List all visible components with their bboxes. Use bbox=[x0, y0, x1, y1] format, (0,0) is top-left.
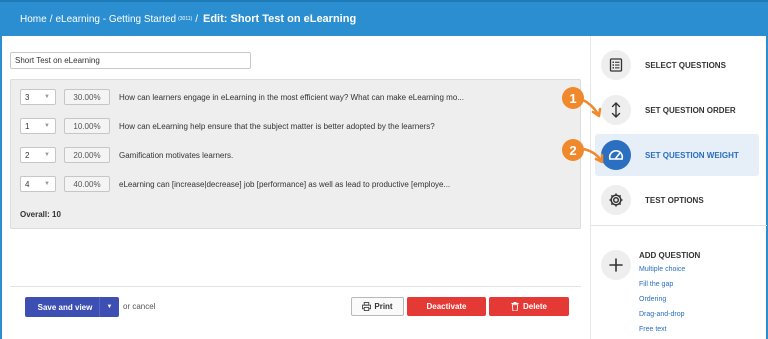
trash-icon bbox=[511, 302, 519, 311]
course-id: (3011) bbox=[178, 16, 193, 22]
questions-panel: 3 ▼ 30.00% How can learners engage in eL… bbox=[10, 79, 581, 229]
add-fill-the-gap-link[interactable]: Fill the gap bbox=[639, 281, 673, 288]
question-text: Gamification motivates learners. bbox=[119, 150, 234, 160]
question-order-select[interactable]: 2 ▼ bbox=[20, 147, 56, 163]
question-weight-field[interactable]: 40.00% bbox=[64, 176, 110, 192]
question-row: 4 ▼ 40.00% eLearning can [increase|decre… bbox=[20, 176, 450, 192]
add-question-title: ADD QUESTION bbox=[639, 251, 701, 260]
deactivate-button[interactable]: Deactivate bbox=[407, 297, 486, 316]
sidebar: SELECT QUESTIONS SET QUESTION ORDER SET … bbox=[590, 36, 767, 339]
order-value: 4 bbox=[25, 179, 30, 189]
add-free-text-link[interactable]: Free text bbox=[639, 326, 667, 333]
plus-icon[interactable] bbox=[601, 250, 631, 280]
list-icon bbox=[601, 50, 631, 80]
print-button[interactable]: Print bbox=[351, 297, 404, 316]
printer-icon bbox=[362, 302, 372, 311]
print-label: Print bbox=[374, 302, 393, 311]
test-title-field[interactable]: Short Test on eLearning bbox=[10, 52, 251, 69]
sidebar-item-test-options[interactable]: TEST OPTIONS bbox=[595, 179, 759, 221]
breadcrumb-separator: / bbox=[49, 13, 53, 25]
breadcrumb-separator: / bbox=[195, 13, 198, 25]
question-text: How can eLearning help ensure that the s… bbox=[119, 121, 435, 131]
question-order-select[interactable]: 3 ▼ bbox=[20, 89, 56, 105]
sidebar-item-label: SET QUESTION ORDER bbox=[645, 105, 736, 115]
chevron-down-icon: ▼ bbox=[44, 123, 50, 129]
question-text: How can learners engage in eLearning in … bbox=[119, 92, 464, 102]
question-row: 1 ▼ 10.00% How can eLearning help ensure… bbox=[20, 118, 435, 134]
delete-button[interactable]: Delete bbox=[489, 297, 569, 316]
chevron-down-icon: ▼ bbox=[44, 94, 50, 100]
sidebar-item-select-questions[interactable]: SELECT QUESTIONS bbox=[595, 44, 759, 86]
delete-label: Delete bbox=[522, 302, 547, 311]
question-weight-field[interactable]: 30.00% bbox=[64, 89, 110, 105]
chevron-down-icon: ▼ bbox=[44, 152, 50, 158]
sidebar-item-label: TEST OPTIONS bbox=[645, 195, 704, 205]
question-order-select[interactable]: 4 ▼ bbox=[20, 176, 56, 192]
divider bbox=[591, 225, 767, 226]
order-value: 1 bbox=[25, 121, 30, 131]
breadcrumb-home-link[interactable]: Home bbox=[20, 14, 47, 25]
question-row: 2 ▼ 20.00% Gamification motivates learne… bbox=[20, 147, 233, 163]
or-cancel: or cancel bbox=[123, 302, 155, 311]
question-weight-field[interactable]: 20.00% bbox=[64, 147, 110, 163]
overall-total: Overall: 10 bbox=[20, 210, 61, 219]
question-order-select[interactable]: 1 ▼ bbox=[20, 118, 56, 134]
page-title: Edit: Short Test on eLearning bbox=[202, 13, 357, 25]
chevron-down-icon: ▼ bbox=[44, 181, 50, 187]
sidebar-item-set-question-weight[interactable]: SET QUESTION WEIGHT bbox=[595, 134, 759, 176]
save-and-view-button[interactable]: Save and view ▼ bbox=[25, 297, 119, 317]
breadcrumb: Home / eLearning - Getting Started (3011… bbox=[0, 0, 768, 36]
add-multiple-choice-link[interactable]: Multiple choice bbox=[639, 266, 685, 273]
question-row: 3 ▼ 30.00% How can learners engage in eL… bbox=[20, 89, 464, 105]
or-text: or bbox=[123, 302, 131, 311]
add-ordering-link[interactable]: Ordering bbox=[639, 296, 666, 303]
divider bbox=[10, 286, 581, 287]
order-value: 3 bbox=[25, 92, 30, 102]
breadcrumb-course-link[interactable]: eLearning - Getting Started bbox=[55, 14, 176, 25]
sidebar-item-label: SELECT QUESTIONS bbox=[645, 60, 726, 70]
callout-arrow-icon bbox=[581, 147, 604, 164]
sidebar-item-label: SET QUESTION WEIGHT bbox=[645, 150, 739, 160]
add-drag-and-drop-link[interactable]: Drag-and-drop bbox=[639, 311, 685, 318]
gear-icon bbox=[601, 185, 631, 215]
cancel-link[interactable]: cancel bbox=[132, 302, 155, 311]
question-text: eLearning can [increase|decrease] job [p… bbox=[119, 179, 451, 189]
question-weight-field[interactable]: 10.00% bbox=[64, 118, 110, 134]
sidebar-item-set-question-order[interactable]: SET QUESTION ORDER bbox=[595, 89, 759, 131]
callout-arrow-icon bbox=[579, 97, 602, 118]
chevron-down-icon[interactable]: ▼ bbox=[99, 297, 119, 317]
order-value: 2 bbox=[25, 150, 30, 160]
